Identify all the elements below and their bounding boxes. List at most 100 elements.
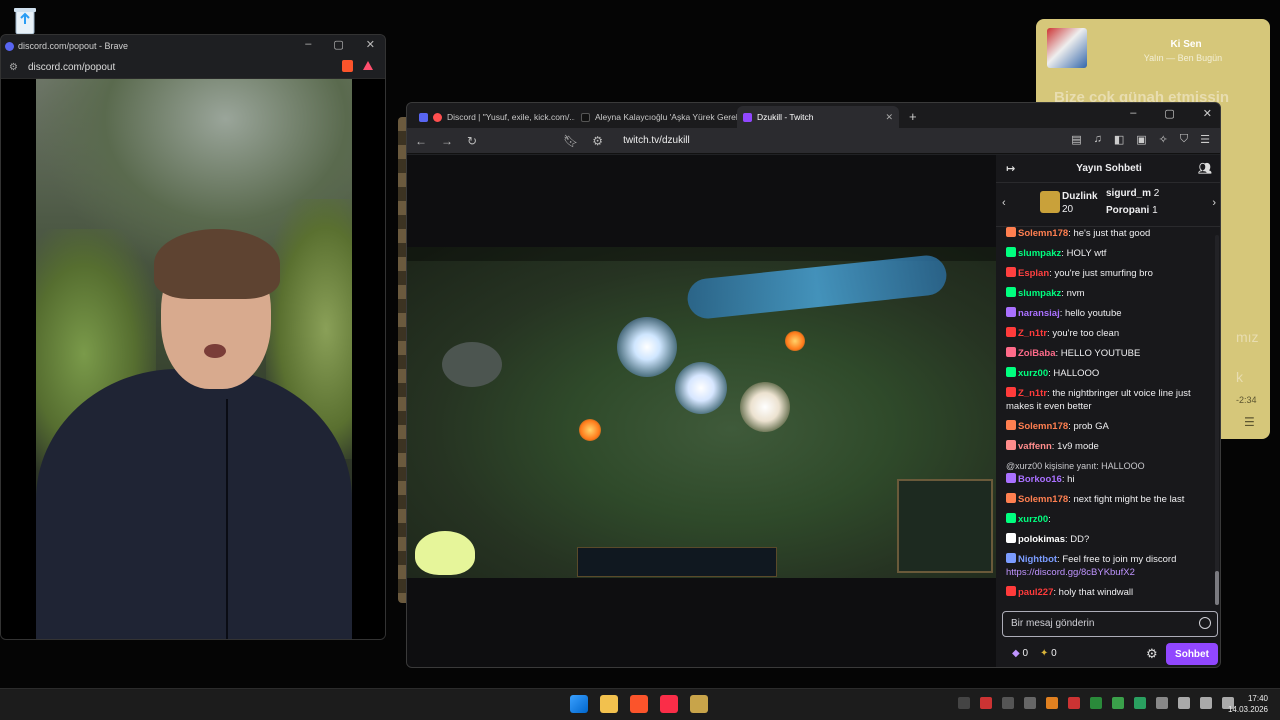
close-tab-icon[interactable]: ✕ [885,112,893,123]
tray-icon[interactable] [1046,697,1058,709]
overlay-mascot [415,531,475,575]
tray-icon[interactable] [1090,697,1102,709]
bookmark-icon[interactable]: 🔖︎ [563,134,578,148]
lyric-fragment: mız [1236,329,1259,345]
url-text[interactable]: twitch.tv/dzukill [623,135,690,146]
tray-icon[interactable] [958,697,970,709]
tiktok-icon [581,112,590,122]
chat-username[interactable]: ZoiBaba [1018,348,1055,359]
minimize-button[interactable]: – [305,38,311,51]
minimize-button[interactable]: – [1130,107,1136,120]
chat-username[interactable]: Nightbot [1018,554,1057,565]
reader-icon[interactable]: ▤ [1071,133,1081,146]
volume-icon[interactable] [1200,697,1212,709]
chat-username[interactable]: Esplan [1018,268,1049,279]
emoji-icon[interactable] [1199,617,1211,629]
chat-username[interactable]: Z_n1tr [1018,328,1047,339]
maximize-button[interactable]: ▢ [333,38,343,51]
discord-popout-window[interactable]: discord.com/popout - Brave – ▢ ✕ ⚙ disco… [0,34,386,640]
gifter-count: 20 [1062,204,1074,215]
badge-icon [1006,307,1016,317]
league-icon[interactable] [690,695,708,713]
collapse-chat-icon[interactable]: ↦ [1006,162,1015,175]
tray-icon[interactable] [1156,697,1168,709]
maximize-button[interactable]: ▢ [1164,107,1174,120]
chat-settings-icon[interactable]: ⚙ [1146,646,1158,662]
tab-label: Discord | "Yusuf, exile, kick.com/... [447,112,575,122]
music-icon[interactable]: ♫ [1094,133,1102,146]
chat-message: slumpakz: HOLY wtf [1006,247,1214,260]
brave-rewards-icon[interactable] [363,61,373,70]
chat-username[interactable]: Solemn178 [1018,494,1068,505]
address-bar[interactable]: ⚙ discord.com/popout [1,57,385,79]
chat-username[interactable]: slumpakz [1018,248,1061,259]
playlist-icon[interactable]: ☰ [1244,415,1255,429]
chevron-right-icon[interactable]: › [1212,197,1216,209]
close-button[interactable]: ✕ [1203,107,1212,120]
chat-link[interactable]: https://discord.gg/8cBYKbufX2 [1006,567,1135,578]
game-video [407,247,996,578]
close-button[interactable]: ✕ [366,38,375,51]
reply-context[interactable]: @xurz00 kişisine yanıt: HALLOOO [1006,460,1214,473]
bits-icon[interactable]: ✦ [1040,648,1048,659]
discord-icon [5,41,14,51]
recycle-bin-icon[interactable] [10,4,40,36]
chat-input[interactable]: Bir mesaj gönderin [1002,611,1218,637]
chat-username[interactable]: Borkoo16 [1018,474,1062,485]
vpn-icon[interactable]: ⛉ [1180,133,1188,146]
new-tab-button[interactable]: + [899,109,927,128]
leo-icon[interactable]: ✧ [1159,133,1168,146]
gifter-name: Poropani 1 [1106,205,1158,216]
wallet-icon[interactable]: ▣ [1136,133,1146,146]
tray-icon[interactable] [1134,697,1146,709]
chat-scrollbar[interactable] [1215,235,1219,605]
back-icon[interactable]: ← [415,134,427,148]
chat-username[interactable]: xurz00 [1018,514,1048,525]
chat-panel: ↦ Yayın Sohbeti 👥︎ ‹ Duzlink 20 sigurd_m… [996,155,1220,667]
file-explorer-icon[interactable] [600,695,618,713]
chat-text: nvm [1066,288,1085,299]
points-icon[interactable]: ◆ [1012,648,1020,659]
brave-icon[interactable] [630,695,648,713]
camera-feed [36,79,352,639]
system-clock[interactable]: 17:40 14.03.2026 [1228,693,1268,715]
forward-icon[interactable]: → [441,134,453,148]
tray-icon[interactable] [1068,697,1080,709]
chat-username[interactable]: slumpakz [1018,288,1061,299]
chat-text: hello youtube [1065,308,1122,319]
chat-username[interactable]: Z_n1tr [1018,388,1047,399]
sidebar-icon[interactable]: ◧ [1114,133,1124,146]
tab-tiktok[interactable]: Aleyna Kalaycıoğlu 'Aşka Yürek Gerek'... [575,106,737,128]
chevron-left-icon[interactable]: ‹ [1002,197,1006,209]
community-icon[interactable]: 👥︎ [1198,162,1212,175]
chat-username[interactable]: Solemn178 [1018,421,1068,432]
chat-text: holy that windwall [1058,587,1134,598]
desktop: Ki Sen Yalın — Ben Bugün Bize çok günah … [0,0,1280,720]
tab-twitch[interactable]: Dzukill - Twitch ✕ [737,106,899,128]
badge-icon [1006,347,1016,357]
chat-username[interactable]: naransiaj [1018,308,1060,319]
brave-shields-icon[interactable] [342,60,353,72]
chat-send-button[interactable]: Sohbet [1166,643,1218,665]
browser-window[interactable]: Discord | "Yusuf, exile, kick.com/... Al… [406,102,1221,668]
apple-music-icon[interactable] [660,695,678,713]
chat-username[interactable]: Solemn178 [1018,228,1068,239]
chat-username[interactable]: xurz00 [1018,368,1048,379]
network-icon[interactable] [1178,697,1190,709]
menu-icon[interactable]: ☰ [1200,133,1210,146]
tray-icon[interactable] [1024,697,1036,709]
site-settings-icon[interactable]: ⚙ [9,62,18,73]
start-button-icon[interactable] [570,695,588,713]
game-minimap [897,479,993,573]
chat-username[interactable]: polokimas [1018,534,1065,545]
tray-icon[interactable] [980,697,992,709]
reload-icon[interactable]: ↻ [467,134,477,148]
site-settings-icon[interactable]: ⚙ [592,134,603,148]
chat-username[interactable]: vaffenn [1018,441,1052,452]
tab-discord[interactable]: Discord | "Yusuf, exile, kick.com/... [413,106,575,128]
tray-icon[interactable] [1112,697,1124,709]
tray-icon[interactable] [1002,697,1014,709]
window-titlebar[interactable]: discord.com/popout - Brave – ▢ ✕ [1,35,385,57]
stream-player[interactable] [407,155,996,667]
chat-username[interactable]: paul227 [1018,587,1053,598]
